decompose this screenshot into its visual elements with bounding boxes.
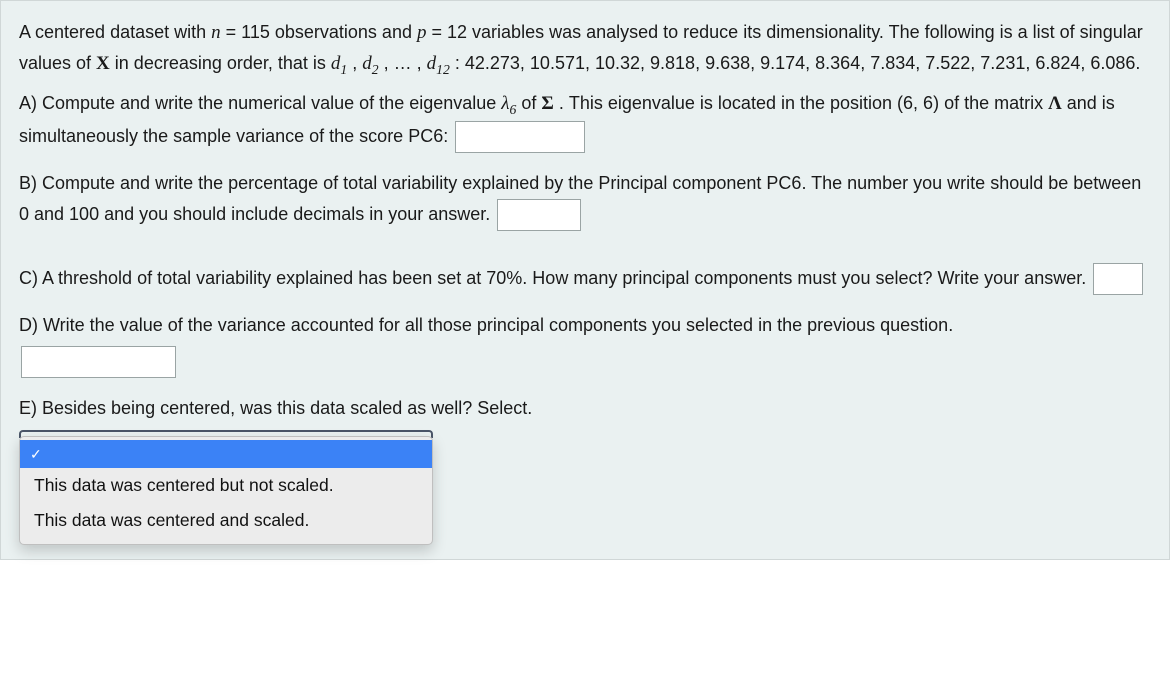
d-sym: d	[362, 53, 372, 74]
part-a-text: of the matrix	[944, 93, 1048, 113]
singular-values-list: : 42.273, 10.571, 10.32, 9.818, 9.638, 9…	[455, 53, 1141, 73]
check-icon: ✓	[30, 447, 42, 461]
intro-text: in decreasing order, that is	[115, 53, 331, 73]
comma: , … ,	[384, 53, 427, 73]
part-a: A) Compute and write the numerical value…	[19, 88, 1151, 153]
part-d-input-row	[19, 346, 1151, 378]
d1: d1	[331, 53, 347, 74]
lambda-sub: 6	[510, 102, 517, 117]
answer-b-input[interactable]	[497, 199, 581, 231]
part-e: E) Besides being centered, was this data…	[19, 394, 1151, 424]
matrix-X: X	[96, 53, 110, 74]
intro-text: A centered dataset with	[19, 22, 211, 42]
d-sub: 1	[340, 62, 347, 77]
lambda-sym: λ	[501, 93, 509, 114]
comma: ,	[352, 53, 362, 73]
lambda6: λ6	[501, 93, 516, 114]
d-sym: d	[331, 53, 341, 74]
intro-paragraph: A centered dataset with n = 115 observat…	[19, 17, 1151, 82]
part-c-text: C) A threshold of total variability expl…	[19, 268, 1091, 288]
dropdown-option-blank[interactable]: ✓	[20, 440, 432, 468]
dropdown-option-scaled[interactable]: This data was centered and scaled.	[20, 503, 432, 538]
answer-a-input[interactable]	[455, 121, 585, 153]
part-d-text: D) Write the value of the variance accou…	[19, 315, 953, 335]
answer-d-input[interactable]	[21, 346, 176, 378]
eq: =	[431, 22, 447, 42]
sigma: Σ	[541, 93, 553, 114]
var-n: n	[211, 22, 221, 43]
d12: d12	[427, 53, 450, 74]
answer-e-dropdown[interactable]: ✓ This data was centered but not scaled.…	[19, 436, 433, 545]
intro-text: observations and	[275, 22, 417, 42]
part-b: B) Compute and write the percentage of t…	[19, 169, 1151, 231]
n-value: 115	[241, 22, 270, 42]
part-a-text: . This eigenvalue is located in the posi…	[559, 93, 897, 113]
part-e-text: E) Besides being centered, was this data…	[19, 398, 532, 418]
p-value: 12	[447, 22, 467, 42]
answer-c-input[interactable]	[1093, 263, 1143, 295]
var-p: p	[417, 22, 427, 43]
d-sub: 12	[436, 62, 450, 77]
eq: =	[226, 22, 242, 42]
d2: d2	[362, 53, 378, 74]
dropdown-option-not-scaled[interactable]: This data was centered but not scaled.	[20, 468, 432, 503]
position: (6, 6)	[897, 93, 939, 113]
d-sym: d	[427, 53, 437, 74]
part-d: D) Write the value of the variance accou…	[19, 311, 1151, 341]
d-sub: 2	[372, 62, 379, 77]
Lambda-matrix: Λ	[1048, 93, 1062, 114]
part-a-text: of	[521, 93, 541, 113]
part-c: C) A threshold of total variability expl…	[19, 263, 1151, 295]
part-a-text: A) Compute and write the numerical value…	[19, 93, 501, 113]
question-container: A centered dataset with n = 115 observat…	[0, 0, 1170, 560]
